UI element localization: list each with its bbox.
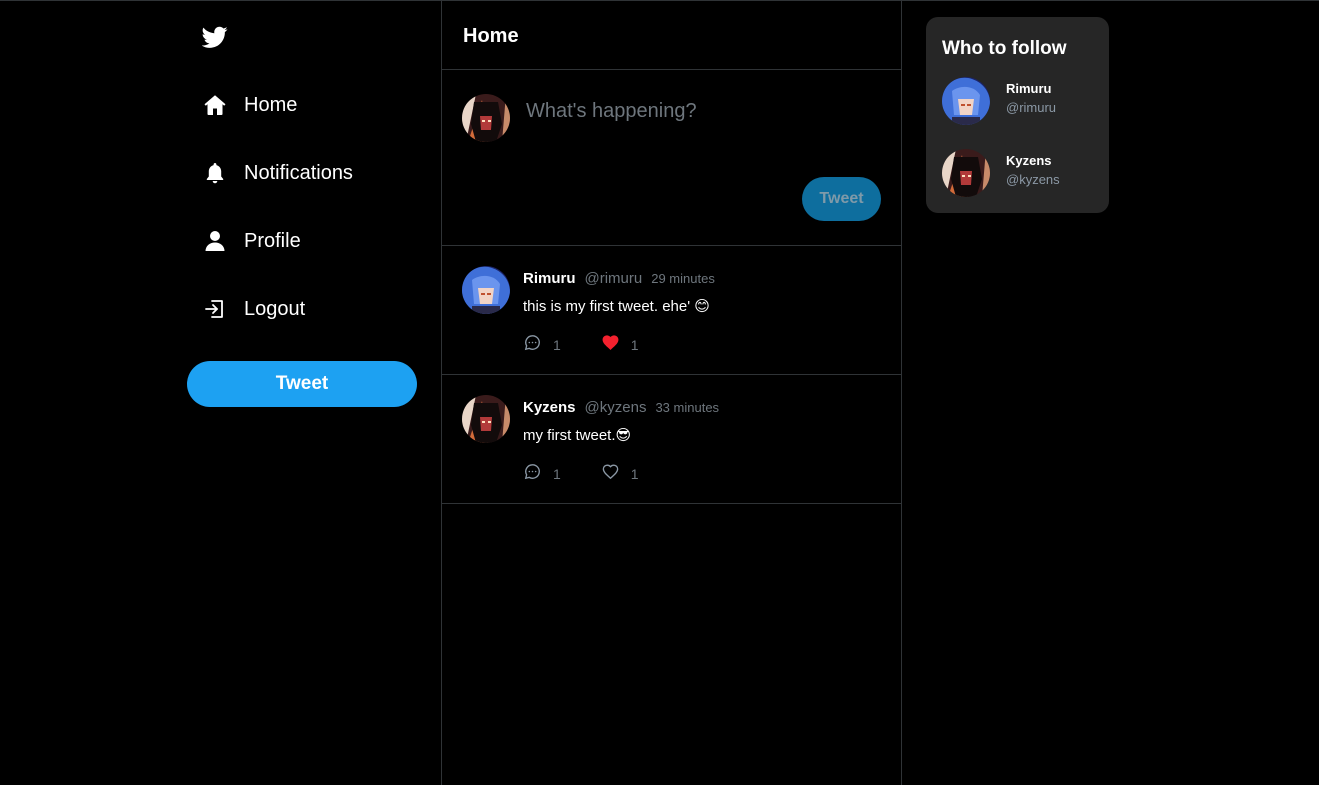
avatar <box>462 94 510 142</box>
tweet-author-name[interactable]: Kyzens <box>523 399 576 416</box>
comment-icon <box>523 462 542 486</box>
like-button[interactable]: 1 <box>601 333 639 357</box>
tweet-author-handle[interactable]: @kyzens <box>585 399 647 416</box>
tweet-header: Kyzens @kyzens 33 minutes <box>523 399 719 416</box>
follow-suggestion[interactable]: Rimuru @rimuru <box>942 77 1102 127</box>
avatar[interactable] <box>462 266 510 314</box>
sidebar-item-label: Home <box>244 93 298 116</box>
sidebar-tweet-button[interactable]: Tweet <box>187 361 417 407</box>
follow-suggestion[interactable]: Kyzens @kyzens <box>942 149 1102 199</box>
tweet-timestamp: 33 minutes <box>655 400 720 415</box>
user-icon <box>203 229 227 253</box>
composer-input[interactable] <box>526 96 866 126</box>
heart-filled-icon <box>601 333 620 357</box>
like-count: 1 <box>630 466 639 482</box>
tweet-author-name[interactable]: Rimuru <box>523 270 576 287</box>
bell-icon <box>203 161 227 185</box>
sidebar-item-label: Logout <box>244 297 306 320</box>
reply-button[interactable]: 1 <box>523 462 561 486</box>
reply-count: 1 <box>553 466 561 482</box>
reply-button[interactable]: 1 <box>523 333 561 357</box>
sidebar-item-profile[interactable]: Profile <box>203 221 403 261</box>
who-to-follow-card: Who to follow Rimuru @rimuru Kyzens @kyz… <box>926 17 1109 213</box>
follow-handle: @kyzens <box>1006 172 1060 187</box>
like-count: 1 <box>630 337 639 353</box>
follow-handle: @rimuru <box>1006 100 1057 115</box>
who-to-follow-title: Who to follow <box>942 38 1067 59</box>
sidebar-item-label: Notifications <box>244 161 353 184</box>
tweet-author-handle[interactable]: @rimuru <box>585 270 643 287</box>
sidebar-item-home[interactable]: Home <box>203 85 403 125</box>
avatar <box>942 149 990 197</box>
heart-outline-icon <box>601 462 620 486</box>
left-sidebar: Home Notifications Profile Logout Tweet <box>187 1 427 785</box>
sidebar-item-notifications[interactable]: Notifications <box>203 153 403 193</box>
sidebar-item-label: Profile <box>244 229 301 252</box>
tweet-composer: Tweet <box>442 70 901 246</box>
twitter-bird-icon[interactable] <box>201 24 228 50</box>
logout-icon <box>203 297 227 321</box>
composer-tweet-button[interactable]: Tweet <box>802 177 881 221</box>
page-title: Home <box>463 25 519 47</box>
tweet-actions: 1 1 <box>523 333 639 357</box>
tweet-item[interactable]: Rimuru @rimuru 29 minutes this is my fir… <box>442 246 901 375</box>
home-icon <box>203 93 227 117</box>
sidebar-item-logout[interactable]: Logout <box>203 289 403 329</box>
avatar <box>942 77 990 125</box>
home-feed: Home Tweet Rimuru @rimuru 29 minutes thi… <box>441 1 902 785</box>
avatar[interactable] <box>462 395 510 443</box>
follow-name: Rimuru <box>1006 81 1052 96</box>
feed-header: Home <box>442 1 901 70</box>
follow-name: Kyzens <box>1006 153 1052 168</box>
reply-count: 1 <box>553 337 561 353</box>
tweet-actions: 1 1 <box>523 462 639 486</box>
tweet-header: Rimuru @rimuru 29 minutes <box>523 270 715 287</box>
tweet-text: this is my first tweet. ehe' 😊 <box>523 298 710 315</box>
tweet-text: my first tweet.😎 <box>523 427 632 444</box>
comment-icon <box>523 333 542 357</box>
like-button[interactable]: 1 <box>601 462 639 486</box>
tweet-item[interactable]: Kyzens @kyzens 33 minutes my first tweet… <box>442 375 901 504</box>
tweet-timestamp: 29 minutes <box>651 271 715 286</box>
